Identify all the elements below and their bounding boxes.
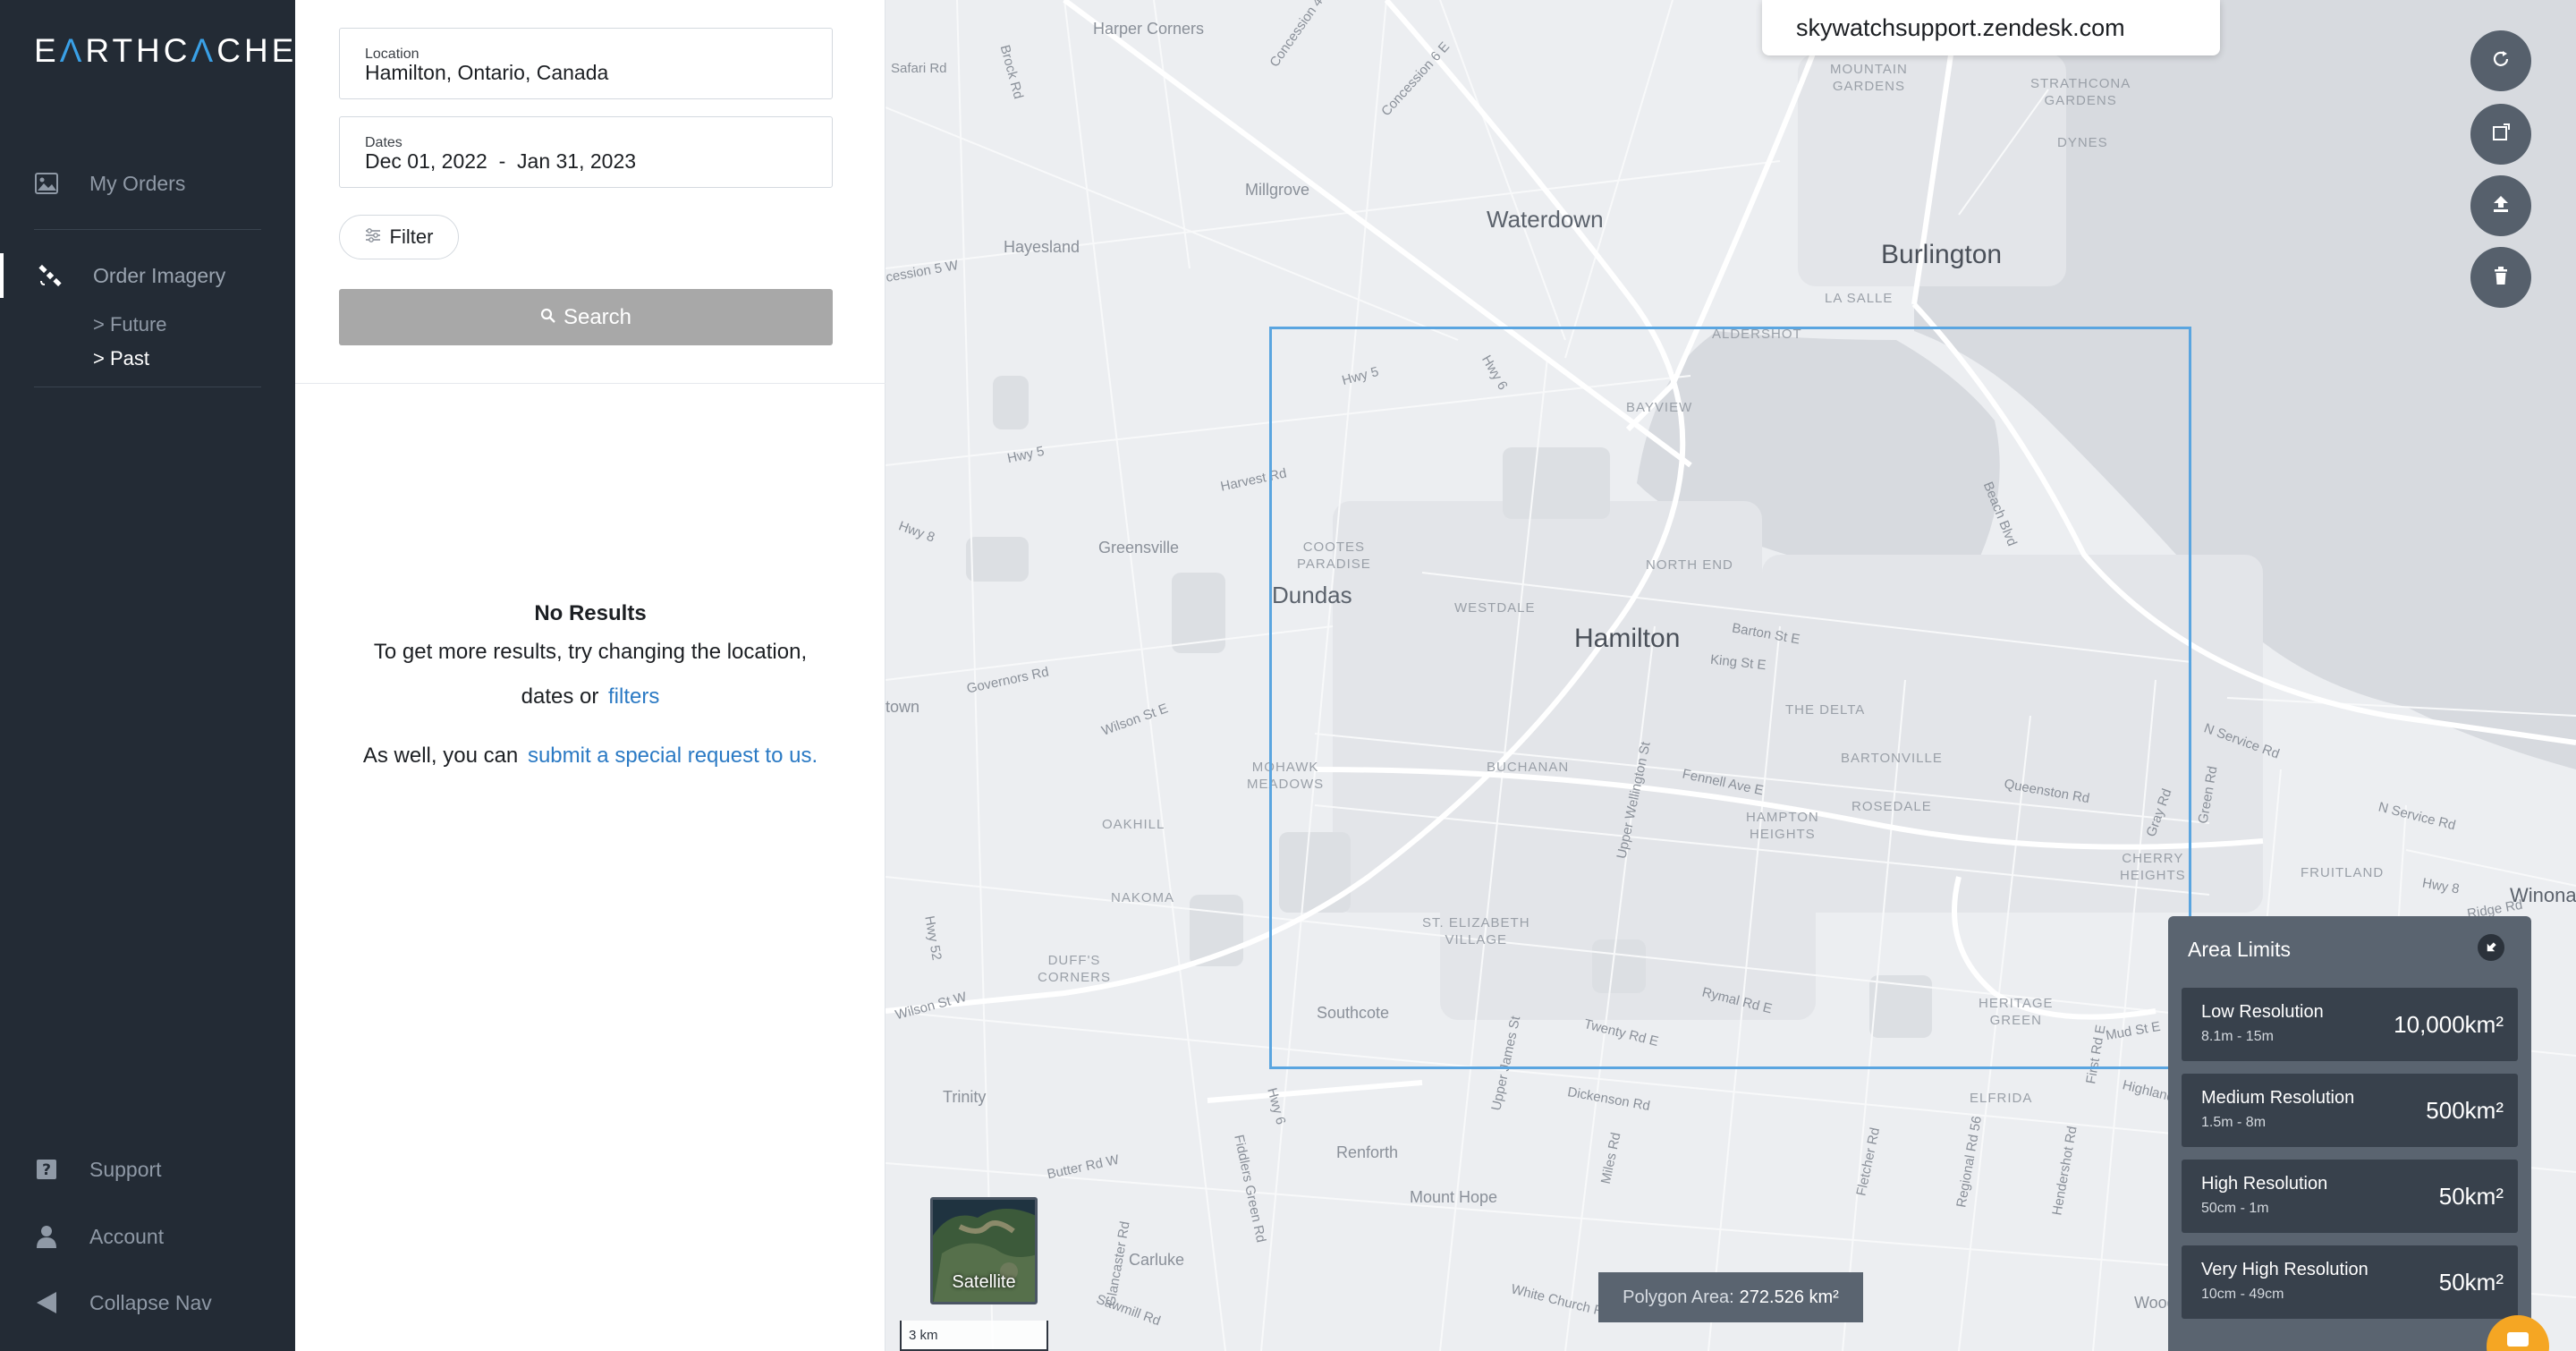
special-request-text: As well, you can [362,743,519,768]
filter-label: Filter [389,225,434,248]
location-field[interactable]: Location Hamilton, Ontario, Canada [339,28,833,99]
location-value: Hamilton, Ontario, Canada [365,61,609,84]
draw-polygon-icon [2491,123,2511,147]
panel-divider [295,383,886,384]
special-request-line: As well, you can submit a special reques… [295,734,886,778]
collapse-left-icon [34,1290,59,1315]
area-limits-panel: Area Limits Low Resolution 8.1m - 15m 10… [2168,916,2531,1351]
draw-polygon-button[interactable] [2470,104,2531,165]
nav-label: Account [89,1224,165,1248]
hint-text: dates or [521,684,599,709]
no-results-title: No Results [534,601,647,625]
nav-label: Collapse Nav [89,1290,212,1314]
support-link-tooltip[interactable]: skywatchsupport.zendesk.com [1762,0,2220,55]
sidebar: EΛRTHCΛCHE My Orders Order Imagery > Fut… [0,0,295,1351]
search-panel: Location Hamilton, Ontario, Canada Dates… [295,0,886,1351]
user-icon [34,1224,59,1249]
logo[interactable]: EΛRTHCΛCHE [34,32,297,70]
search-icon [540,305,556,330]
upload-icon [2491,194,2511,218]
satellite-layer-toggle[interactable]: Satellite [930,1197,1038,1304]
polygon-area-badge: Polygon Area: 272.526 km² [1598,1272,1863,1322]
dates-value: Dec 01, 2022 - Jan 31, 2023 [365,149,637,173]
area-limit-value: 50km² [2438,1183,2504,1210]
collapse-panel-icon[interactable] [2478,934,2504,961]
resolution-name: Very High Resolution [2201,1260,2368,1279]
resolution-name: Medium Resolution [2201,1088,2355,1108]
sub-item-future[interactable]: > Future [93,313,167,336]
resolution-name: High Resolution [2201,1174,2328,1194]
area-limit-value: 50km² [2438,1269,2504,1296]
nav-label: Order Imagery [93,263,226,287]
dates-field[interactable]: Dates Dec 01, 2022 - Jan 31, 2023 [339,116,833,188]
upload-button[interactable] [2470,175,2531,236]
nav-item-account[interactable]: Account [0,1214,295,1259]
image-icon [34,171,59,196]
map-scale: 3 km [900,1321,1048,1351]
resolution-range: 8.1m - 15m [2201,1029,2274,1044]
delete-button[interactable] [2470,247,2531,308]
limit-row-very-high-resolution: Very High Resolution 10cm - 49cm 50km² [2182,1245,2518,1319]
nav-item-collapse-nav[interactable]: Collapse Nav [0,1280,295,1325]
help-icon: ? [34,1157,59,1182]
limit-row-high-resolution: High Resolution 50cm - 1m 50km² [2182,1160,2518,1233]
no-results-hint-2: dates or filters [295,675,886,719]
no-results-message: No Results To get more results, try chan… [295,601,886,778]
limit-row-low-resolution: Low Resolution 8.1m - 15m 10,000km² [2182,988,2518,1061]
resolution-range: 50cm - 1m [2201,1201,2269,1216]
filter-button[interactable]: Filter [339,215,459,259]
no-results-hint: To get more results, try changing the lo… [373,640,808,664]
sliders-icon [365,225,381,249]
nav-item-order-imagery[interactable]: Order Imagery [0,253,295,298]
nav-label: Support [89,1157,162,1181]
resolution-range: 1.5m - 8m [2201,1115,2267,1130]
resolution-name: Low Resolution [2201,1002,2324,1022]
map[interactable]: Harper Corners Safari Rd Brock Rd Conces… [886,0,2576,1351]
delete-icon [2493,266,2509,289]
nav-item-support[interactable]: ? Support [0,1147,295,1192]
satellite-label: Satellite [952,1272,1016,1292]
nav-item-my-orders[interactable]: My Orders [0,161,295,206]
resolution-range: 10cm - 49cm [2201,1287,2284,1302]
satellite-icon [38,263,63,288]
area-limit-value: 500km² [2426,1097,2504,1124]
polygon-area-label: Polygon Area: [1623,1287,1734,1307]
nav-label: My Orders [89,171,186,195]
search-label: Search [563,304,632,329]
area-of-interest-polygon[interactable] [1269,327,2191,1069]
nav-divider [34,229,261,230]
area-limit-value: 10,000km² [2394,1011,2504,1038]
special-request-link[interactable]: submit a special request to us. [528,743,818,768]
area-limits-title: Area Limits [2188,938,2292,961]
search-button[interactable]: Search [339,289,833,345]
filters-link[interactable]: filters [608,684,659,709]
limit-row-medium-resolution: Medium Resolution 1.5m - 8m 500km² [2182,1074,2518,1147]
svg-text:?: ? [42,1161,51,1179]
refresh-icon [2491,49,2511,73]
refresh-button[interactable] [2470,30,2531,91]
polygon-area-value: 272.526 km² [1739,1287,1839,1307]
chat-icon [2506,1331,2529,1351]
sub-item-past[interactable]: > Past [93,347,149,370]
